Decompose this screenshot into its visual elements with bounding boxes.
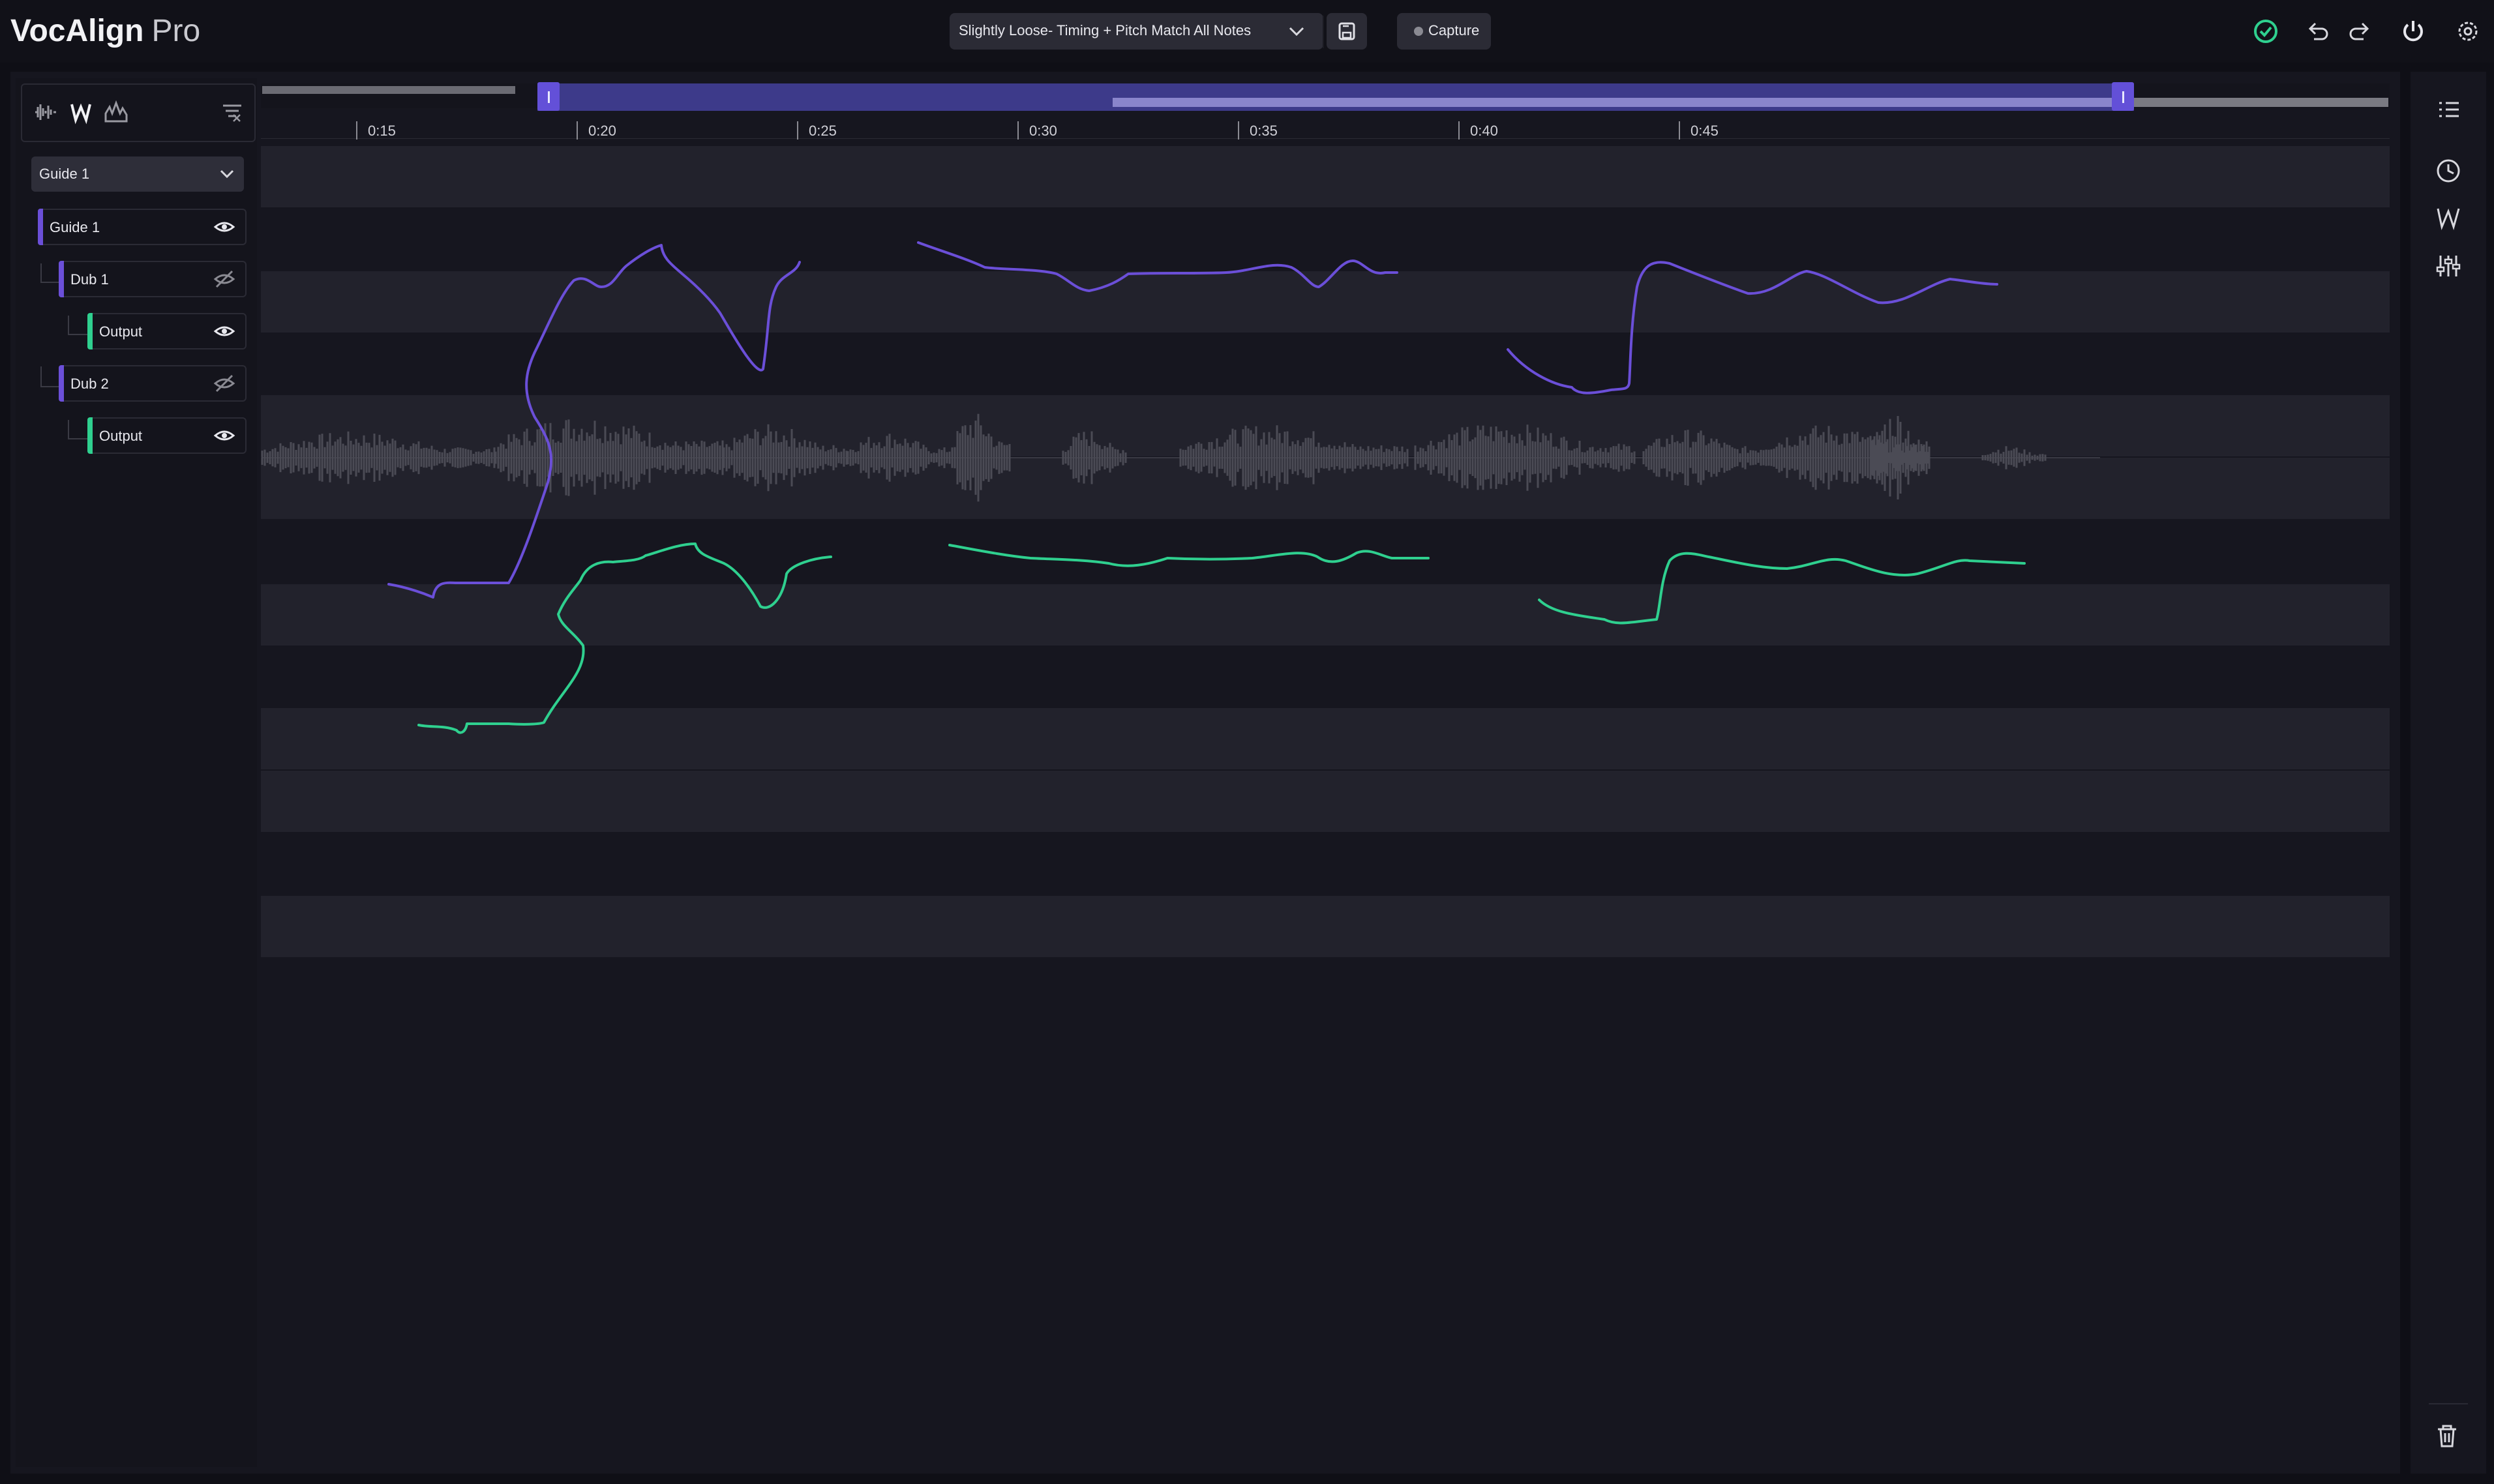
editor-lane[interactable] (261, 395, 2390, 456)
track-color-bar (87, 313, 93, 349)
save-icon (1338, 22, 1355, 40)
eye-icon[interactable] (211, 214, 237, 240)
time-ruler[interactable] (261, 110, 2390, 139)
editor-lane[interactable] (261, 458, 2390, 519)
rail-divider (2429, 1403, 2468, 1404)
redo-icon[interactable] (2344, 16, 2375, 47)
editor-lane[interactable] (261, 708, 2390, 769)
track-label: Dub 2 (70, 376, 109, 392)
capture-label: Capture (1428, 22, 1480, 38)
ruler-tick-label: 0:35 (1250, 123, 1278, 139)
ruler-tick (356, 121, 357, 140)
track-color-bar (59, 261, 64, 297)
chevron-down-icon[interactable] (1284, 18, 1310, 44)
eye-icon[interactable] (211, 423, 237, 449)
filter-icon[interactable] (219, 99, 245, 125)
guide-select-value: Guide 1 (39, 166, 90, 182)
ruler-tick (1017, 121, 1019, 140)
track-label: Guide 1 (50, 219, 100, 235)
check-circle-icon (2254, 20, 2277, 43)
tree-connector (40, 366, 59, 387)
overview-clip-left (262, 86, 515, 94)
sliders-icon[interactable] (2434, 252, 2463, 280)
ruler-tick-label: 0:15 (368, 123, 396, 139)
track-label: Dub 1 (70, 271, 109, 288)
record-dot-icon (1414, 27, 1423, 36)
track-color-bar (38, 209, 43, 245)
pitch-icon[interactable] (68, 99, 94, 125)
ruler-tick (1679, 121, 1680, 140)
overview-clip-right (2134, 98, 2388, 107)
ruler-tick (797, 121, 798, 140)
clock-icon[interactable] (2434, 156, 2463, 185)
preset-divider (1323, 16, 1324, 48)
trash-icon[interactable] (2433, 1421, 2461, 1450)
ruler-tick (1458, 121, 1460, 140)
tree-connector (68, 316, 87, 335)
ruler-tick-label: 0:25 (809, 123, 837, 139)
track-color-bar (59, 365, 64, 402)
eye-off-icon[interactable] (211, 266, 237, 292)
editor-lane[interactable] (261, 896, 2390, 957)
track-label: Output (99, 428, 143, 444)
ruler-tick-label: 0:30 (1029, 123, 1057, 139)
track-color-bar (87, 417, 93, 454)
editor-lane[interactable] (261, 146, 2390, 207)
power-icon[interactable] (2397, 16, 2429, 47)
gear-icon[interactable] (2452, 16, 2484, 47)
app-logo: VocAlign Pro (10, 14, 201, 48)
preset-label: Slightly Loose- Timing + Pitch Match All… (959, 22, 1252, 38)
ruler-tick-label: 0:40 (1470, 123, 1498, 139)
track-label: Output (99, 323, 143, 340)
right-rail (2411, 72, 2486, 1474)
editor-lane[interactable] (261, 771, 2390, 832)
ruler-tick-label: 0:20 (588, 123, 616, 139)
undo-icon[interactable] (2302, 16, 2334, 47)
editor-lane[interactable] (261, 584, 2390, 646)
handle-grip (2122, 91, 2124, 103)
tree-connector (68, 420, 87, 439)
ruler-tick-label: 0:45 (1690, 123, 1719, 139)
spectrum-icon[interactable] (103, 99, 129, 125)
eye-icon[interactable] (211, 318, 237, 344)
editor-lane[interactable] (261, 271, 2390, 333)
handle-grip (548, 91, 550, 103)
overview-clip-dub (1113, 98, 2134, 107)
tree-connector (40, 263, 59, 283)
ruler-tick (577, 121, 578, 140)
waveform-icon[interactable] (33, 99, 59, 125)
eye-off-icon[interactable] (211, 370, 237, 396)
ruler-tick (1238, 121, 1239, 140)
list-icon[interactable] (2434, 95, 2463, 124)
chevron-down-icon[interactable] (215, 162, 239, 185)
save-preset-button[interactable] (1327, 13, 1367, 50)
pitch-icon[interactable] (2434, 203, 2463, 232)
